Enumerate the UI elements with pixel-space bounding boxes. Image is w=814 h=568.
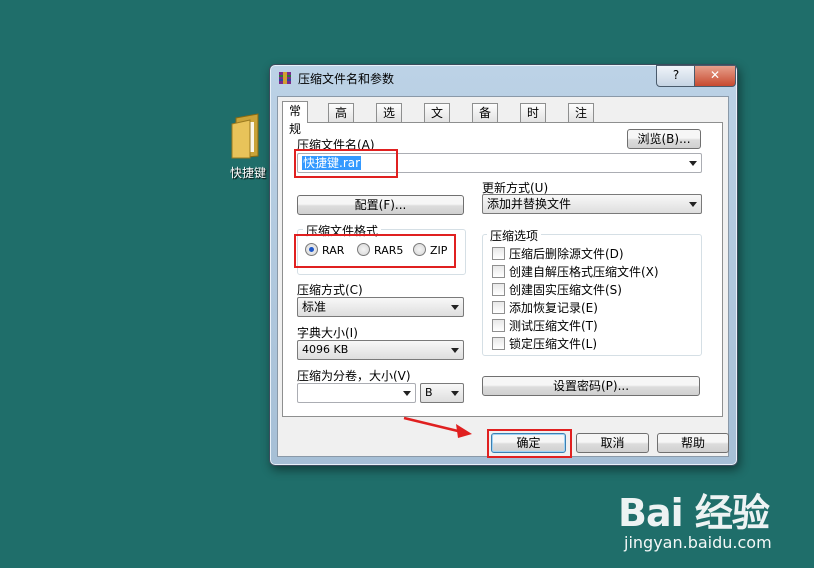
checkbox-icon [492,319,505,332]
checkbox-sfx[interactable]: 创建自解压格式压缩文件(X) [492,263,659,280]
checkbox-icon [492,337,505,350]
tab-comment[interactable]: 注释 [568,103,595,138]
checkbox-recovery[interactable]: 添加恢复记录(E) [492,299,598,316]
checkbox-icon [492,265,505,278]
chevron-down-icon [689,202,697,207]
set-password-button[interactable]: 设置密码(P)... [482,376,700,396]
split-unit-select[interactable]: B [420,383,464,403]
archive-format-label: 压缩文件格式 [303,222,382,239]
folder-icon [228,112,268,160]
watermark-site: jingyan.baidu.com [624,533,772,552]
split-size-input[interactable] [297,383,416,403]
tab-time[interactable]: 时间 [520,103,547,138]
tab-options[interactable]: 选项 [376,103,403,138]
method-value: 标准 [302,300,327,314]
checkbox-lock[interactable]: 锁定压缩文件(L) [492,335,597,352]
desktop-folder-shortcut[interactable]: 快捷键 [220,112,276,181]
radio-dot-icon [357,243,370,256]
chevron-down-icon [451,305,459,310]
dictionary-value: 4096 KB [302,343,349,356]
chevron-down-icon [451,348,459,353]
tab-general[interactable]: 常规 [282,101,309,136]
radio-zip[interactable]: ZIP [413,243,447,257]
checkbox-test-label: 测试压缩文件(T) [509,319,598,333]
baidu-watermark: Bai 经验 jingyan.baidu.com [618,482,772,552]
window-title: 压缩文件名和参数 [298,72,395,86]
checkbox-sfx-label: 创建自解压格式压缩文件(X) [509,265,659,279]
archive-name-input[interactable]: 快捷键.rar [297,153,702,173]
tab-backup[interactable]: 备份 [472,103,499,138]
radio-rar5-label: RAR5 [374,244,404,257]
method-select[interactable]: 标准 [297,297,464,317]
close-button[interactable]: ✕ [694,65,736,87]
radio-rar[interactable]: RAR [305,243,344,257]
chevron-down-icon [689,161,697,166]
dialog-client: 常规 高级 选项 文件 备份 时间 注释 压缩文件名(A) 浏览(B)... 快… [277,96,729,458]
compression-options-label: 压缩选项 [487,227,542,244]
archive-name-value: 快捷键.rar [302,156,362,170]
checkbox-test[interactable]: 测试压缩文件(T) [492,317,598,334]
title-bar[interactable]: 压缩文件名和参数 ? ✕ [270,65,737,91]
browse-button[interactable]: 浏览(B)... [627,129,701,149]
checkbox-icon [492,301,505,314]
checkbox-icon [492,247,505,260]
help-button[interactable]: 帮助 [657,433,729,453]
tab-files[interactable]: 文件 [424,103,451,138]
dictionary-label: 字典大小(I) [297,326,358,340]
watermark-logo: Bai 经验 [618,491,770,535]
split-unit-value: B [425,386,433,399]
radio-rar-label: RAR [322,244,345,257]
dictionary-select[interactable]: 4096 KB [297,340,464,360]
ok-button[interactable]: 确定 [491,433,566,453]
archive-dialog: 压缩文件名和参数 ? ✕ 常规 高级 选项 文件 备份 时间 注释 压缩文件名(… [269,64,738,466]
update-mode-select[interactable]: 添加并替换文件 [482,194,702,214]
checkbox-icon [492,283,505,296]
tab-advanced[interactable]: 高级 [328,103,355,138]
profiles-button[interactable]: 配置(F)... [297,195,464,215]
chevron-down-icon [451,391,459,396]
checkbox-recovery-label: 添加恢复记录(E) [509,301,598,315]
checkbox-solid[interactable]: 创建固实压缩文件(S) [492,281,622,298]
update-mode-value: 添加并替换文件 [487,197,572,211]
annotation-arrow-icon [403,416,472,438]
cancel-button[interactable]: 取消 [576,433,649,453]
radio-dot-icon [413,243,426,256]
winrar-icon [279,72,291,84]
checkbox-lock-label: 锁定压缩文件(L) [509,337,598,351]
radio-rar5[interactable]: RAR5 [357,243,403,257]
checkbox-delete-after-label: 压缩后删除源文件(D) [509,247,624,261]
general-page: 压缩文件名(A) 浏览(B)... 快捷键.rar 更新方式(U) 添加并替换文… [282,122,723,417]
split-label: 压缩为分卷，大小(V) [297,369,411,383]
method-label: 压缩方式(C) [297,283,363,297]
help-title-button[interactable]: ? [656,65,696,87]
checkbox-delete-after[interactable]: 压缩后删除源文件(D) [492,245,624,262]
chevron-down-icon [403,391,411,396]
checkbox-solid-label: 创建固实压缩文件(S) [509,283,622,297]
radio-dot-icon [305,243,318,256]
radio-zip-label: ZIP [430,244,448,257]
desktop-icon-label: 快捷键 [229,166,266,180]
archive-name-label: 压缩文件名(A) [297,138,375,152]
